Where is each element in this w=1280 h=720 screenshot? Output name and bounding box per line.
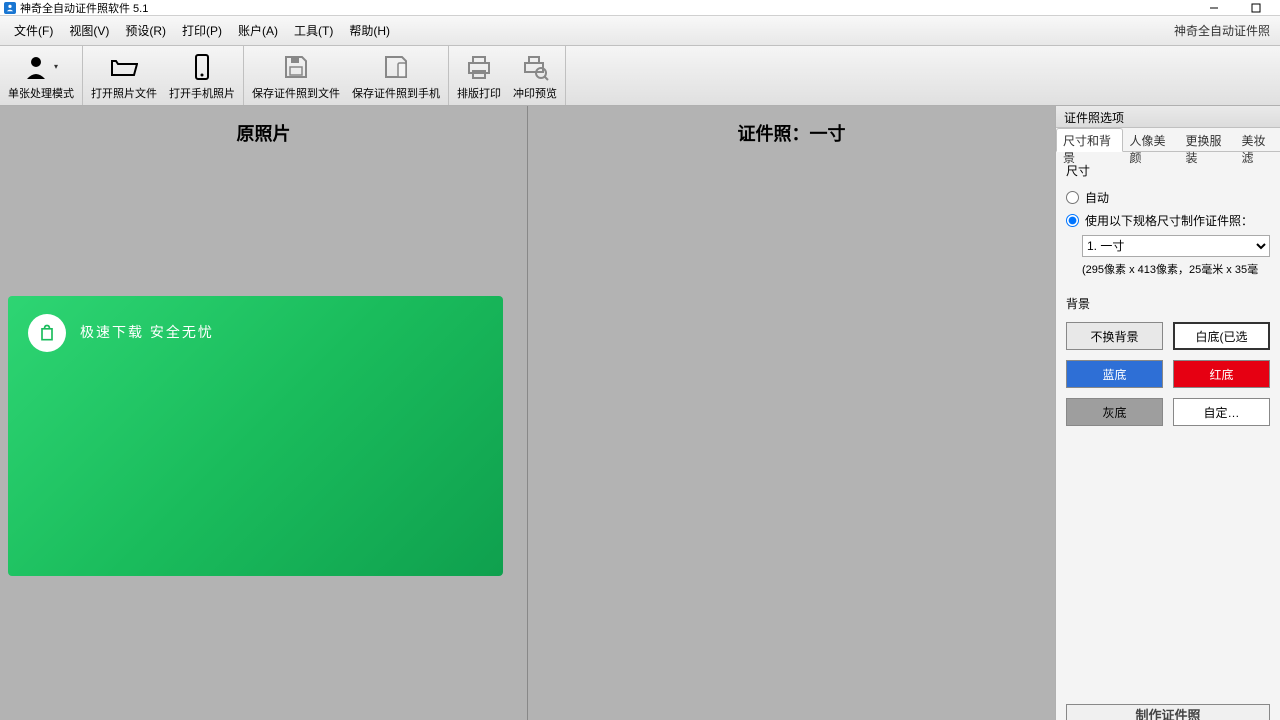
main-area: 原照片 极速下载 安全无忧 证件照：一寸 证件照选项 尺寸和背景 人像美颜 更换… — [0, 106, 1280, 720]
panel-body: 尺寸 自动 使用以下规格尺寸制作证件照： 1. 一寸 (295像素 x 413像… — [1056, 152, 1280, 704]
menu-view[interactable]: 视图(V) — [61, 18, 117, 43]
person-silhouette-icon — [24, 53, 52, 81]
printer-icon — [465, 53, 493, 81]
toolbar-group-open: 打开照片文件 打开手机照片 — [83, 46, 244, 105]
bg-custom-button[interactable]: 自定… — [1173, 398, 1270, 426]
bg-blue-button[interactable]: 蓝底 — [1066, 360, 1163, 388]
canvas-area: 原照片 极速下载 安全无忧 证件照：一寸 — [0, 106, 1055, 720]
open-phone-label: 打开手机照片 — [169, 85, 235, 101]
options-panel: 证件照选项 尺寸和背景 人像美颜 更换服装 美妆滤 尺寸 自动 使用以下规格尺寸… — [1055, 106, 1280, 720]
original-photo-pane: 原照片 极速下载 安全无忧 — [0, 106, 528, 720]
save-phone-button[interactable]: 保存证件照到手机 — [346, 46, 446, 105]
size-section-title: 尺寸 — [1066, 162, 1270, 179]
bg-red-button[interactable]: 红底 — [1173, 360, 1270, 388]
bg-white-button[interactable]: 白底(已选 — [1173, 322, 1270, 350]
id-photo-title: 证件照：一寸 — [528, 106, 1055, 160]
open-phone-button[interactable]: 打开手机照片 — [163, 46, 241, 105]
size-preset-label: 使用以下规格尺寸制作证件照： — [1085, 212, 1253, 229]
bg-buttons-grid: 不换背景 白底(已选 蓝底 红底 灰底 自定… — [1066, 322, 1270, 426]
toolbar-group-save: 保存证件照到文件 保存证件照到手机 — [244, 46, 449, 105]
window-controls — [1202, 2, 1276, 14]
bg-gray-button[interactable]: 灰底 — [1066, 398, 1163, 426]
menu-tools[interactable]: 工具(T) — [286, 18, 341, 43]
menu-help[interactable]: 帮助(H) — [341, 18, 398, 43]
title-bar: 神奇全自动证件照软件 5.1 — [0, 0, 1280, 16]
size-preset-row: 使用以下规格尺寸制作证件照： — [1066, 212, 1270, 229]
open-file-label: 打开照片文件 — [91, 85, 157, 101]
save-phone-label: 保存证件照到手机 — [352, 85, 440, 101]
shopping-bag-icon — [28, 314, 66, 352]
bg-no-change-button[interactable]: 不换背景 — [1066, 322, 1163, 350]
app-title: 神奇全自动证件照软件 5.1 — [20, 0, 148, 16]
save-file-button[interactable]: 保存证件照到文件 — [246, 46, 346, 105]
tab-clothes[interactable]: 更换服装 — [1179, 128, 1235, 151]
toolbar: ▾ 单张处理模式 打开照片文件 打开手机照片 保存证件照到文件 — [0, 46, 1280, 106]
print-preview-label: 冲印预览 — [513, 85, 557, 101]
panel-tabs: 尺寸和背景 人像美颜 更换服装 美妆滤 — [1056, 128, 1280, 152]
size-select[interactable]: 1. 一寸 — [1082, 235, 1270, 257]
tab-makeup[interactable]: 美妆滤 — [1235, 128, 1280, 151]
promo-card[interactable]: 极速下载 安全无忧 — [8, 296, 503, 576]
save-disk-icon — [282, 53, 310, 81]
menu-items: 文件(F) 视图(V) 预设(R) 打印(P) 账户(A) 工具(T) 帮助(H… — [6, 18, 398, 43]
size-preset-radio[interactable] — [1066, 214, 1079, 227]
menu-print[interactable]: 打印(P) — [174, 18, 230, 43]
mode-button[interactable]: ▾ 单张处理模式 — [2, 46, 80, 105]
minimize-button[interactable] — [1202, 2, 1226, 14]
save-file-label: 保存证件照到文件 — [252, 85, 340, 101]
make-id-photo-button[interactable]: 制作证件照 — [1066, 704, 1270, 720]
title-bar-left: 神奇全自动证件照软件 5.1 — [4, 0, 148, 16]
open-file-button[interactable]: 打开照片文件 — [85, 46, 163, 105]
original-title: 原照片 — [0, 106, 527, 160]
size-info: (295像素 x 413像素，25毫米 x 35毫 — [1082, 261, 1270, 277]
bg-section-title: 背景 — [1066, 295, 1270, 312]
print-preview-icon — [521, 53, 549, 81]
print-preview-button[interactable]: 冲印预览 — [507, 46, 563, 105]
save-phone-icon — [382, 53, 410, 81]
tab-size-bg[interactable]: 尺寸和背景 — [1056, 128, 1123, 152]
brand-text: 神奇全自动证件照 — [1174, 22, 1274, 39]
menu-bar: 文件(F) 视图(V) 预设(R) 打印(P) 账户(A) 工具(T) 帮助(H… — [0, 16, 1280, 46]
layout-print-button[interactable]: 排版打印 — [451, 46, 507, 105]
bottom-action-wrap: 制作证件照 — [1056, 704, 1280, 720]
tab-beauty[interactable]: 人像美颜 — [1123, 128, 1179, 151]
size-auto-label: 自动 — [1085, 189, 1109, 206]
phone-icon — [188, 53, 216, 81]
layout-print-label: 排版打印 — [457, 85, 501, 101]
app-icon — [4, 2, 16, 14]
panel-header: 证件照选项 — [1056, 106, 1280, 128]
folder-open-icon — [110, 53, 138, 81]
menu-file[interactable]: 文件(F) — [6, 18, 61, 43]
mode-label: 单张处理模式 — [8, 85, 74, 101]
toolbar-group-print: 排版打印 冲印预览 — [449, 46, 566, 105]
menu-preset[interactable]: 预设(R) — [117, 18, 174, 43]
id-photo-pane: 证件照：一寸 — [528, 106, 1055, 720]
promo-text: 极速下载 安全无忧 — [80, 314, 214, 342]
size-select-row: 1. 一寸 — [1082, 235, 1270, 257]
maximize-button[interactable] — [1244, 2, 1268, 14]
size-auto-radio[interactable] — [1066, 191, 1079, 204]
toolbar-group-mode: ▾ 单张处理模式 — [0, 46, 83, 105]
menu-account[interactable]: 账户(A) — [230, 18, 286, 43]
dropdown-arrow-icon: ▾ — [54, 62, 58, 71]
size-auto-row: 自动 — [1066, 189, 1270, 206]
